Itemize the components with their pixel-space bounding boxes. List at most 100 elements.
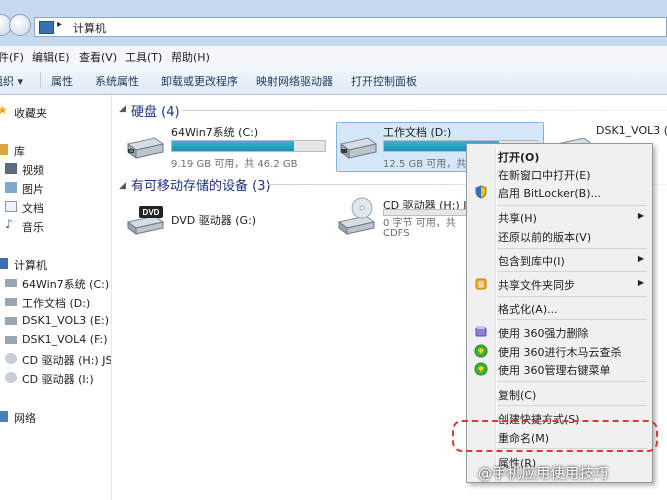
menu-360-delete-label: 使用 360强力删除 (498, 327, 589, 340)
shred-icon (475, 326, 487, 337)
menu-bitlocker[interactable]: 启用 BitLocker(B)... (469, 182, 650, 202)
menu-tools[interactable]: 工具(T) (125, 49, 162, 65)
address-area: ▸ 计算机 (0, 0, 667, 46)
nav-network[interactable]: 网络 (0, 408, 111, 426)
nav-drive-f[interactable]: DSK1_VOL4 (F:) (0, 331, 111, 349)
documents-icon (5, 201, 17, 212)
drive-icon (5, 317, 17, 325)
cd-icon (5, 353, 17, 364)
nav-drive-d-label: 工作文档 (D:) (22, 297, 91, 310)
address-bar[interactable]: ▸ 计算机 (34, 17, 667, 37)
map-drive-button[interactable]: 映射网络驱动器 (256, 73, 333, 89)
forward-button[interactable] (9, 14, 31, 36)
video-icon (5, 163, 17, 174)
drive-tile-h[interactable]: CD 驱动器 (H:) JSY 0 字节 可用，共 CDFS (336, 196, 471, 244)
menu-separator (497, 381, 647, 382)
360-shield-icon (474, 362, 488, 376)
menu-separator (497, 319, 647, 320)
menu-open-new-window[interactable]: 在新窗口中打开(E) (469, 164, 650, 184)
menu-help[interactable]: 帮助(H) (171, 49, 210, 65)
sync-icon: S (475, 278, 487, 290)
menu-360-manage[interactable]: 使用 360管理右键菜单 (469, 359, 650, 379)
menu-restore-versions-label: 还原以前的版本(V) (498, 231, 592, 244)
menu-folder-sync-label: 共享文件夹同步 (498, 279, 575, 292)
breadcrumb-computer[interactable]: 计算机 (73, 20, 106, 36)
menu-360-delete[interactable]: 使用 360强力删除 (469, 322, 650, 342)
nav-documents[interactable]: 文档 (0, 198, 111, 216)
drive-tile-g[interactable]: DVD DVD 驱动器 (G:) (125, 200, 305, 242)
uninstall-button[interactable]: 卸载或更改程序 (161, 73, 238, 89)
menu-include-library[interactable]: 包含到库中(I) ▶ (469, 250, 650, 270)
menu-360-manage-label: 使用 360管理右键菜单 (498, 364, 611, 377)
menu-folder-sync[interactable]: S 共享文件夹同步 ▶ (469, 274, 650, 294)
nav-libraries[interactable]: 库 (0, 141, 111, 159)
star-icon: ★ (0, 103, 8, 117)
menu-view[interactable]: 查看(V) (79, 49, 117, 65)
menu-copy-label: 复制(C) (498, 389, 537, 402)
drive-icon (5, 336, 17, 344)
nav-favorites-label: 收藏夹 (14, 107, 47, 120)
drive-tile-c[interactable]: 64Win7系统 (C:) 9.19 GB 可用，共 46.2 GB (125, 124, 330, 170)
menu-separator (497, 271, 647, 272)
cd-icon (5, 372, 17, 383)
drive-g-name: DVD 驱动器 (G:) (171, 214, 257, 227)
nav-music-label: 音乐 (22, 221, 44, 234)
drive-h-fs: CDFS (383, 228, 410, 239)
submenu-arrow-icon: ▶ (637, 211, 644, 220)
breadcrumb-separator[interactable]: ▸ (57, 19, 62, 30)
menu-360-scan[interactable]: 使用 360进行木马云查杀 (469, 341, 650, 361)
drive-e-name: DSK1_VOL3 (E: (596, 124, 667, 137)
nav-drive-d[interactable]: 工作文档 (D:) (0, 293, 111, 311)
group-collapse-icon[interactable]: ◢ (119, 181, 126, 191)
drive-d-info: 12.5 GB 可用，共 (383, 159, 467, 170)
hard-drive-icon (339, 137, 378, 159)
group-divider (182, 110, 667, 111)
menu-format[interactable]: 格式化(A)... (469, 298, 650, 318)
nav-pictures[interactable]: 图片 (0, 179, 111, 197)
rename-highlight (452, 420, 658, 452)
nav-drive-i[interactable]: CD 驱动器 (I:) (0, 369, 111, 387)
drive-icon (5, 298, 17, 306)
submenu-arrow-icon: ▶ (637, 254, 644, 263)
nav-drive-c[interactable]: 64Win7系统 (C:) (0, 274, 111, 292)
library-icon (0, 144, 8, 155)
nav-drive-e[interactable]: DSK1_VOL3 (E:) (0, 312, 111, 330)
nav-video-label: 视频 (22, 164, 44, 177)
drive-d-name: 工作文档 (D:) (383, 126, 452, 139)
nav-documents-label: 文档 (22, 202, 44, 215)
music-icon: ♪ (5, 217, 13, 231)
group-removable[interactable]: 有可移动存储的设备 (3) (131, 175, 271, 194)
svg-text:S: S (478, 281, 484, 290)
menu-format-label: 格式化(A)... (498, 303, 558, 316)
system-properties-button[interactable]: 系统属性 (95, 73, 139, 89)
menu-separator (497, 248, 647, 249)
menu-separator (497, 405, 647, 406)
organize-button[interactable]: 组织 ▾ (0, 73, 23, 89)
menu-file[interactable]: 件(F) (0, 49, 24, 65)
drive-c-name: 64Win7系统 (C:) (171, 126, 259, 139)
group-collapse-icon[interactable]: ◢ (119, 104, 126, 114)
nav-computer[interactable]: 计算机 (0, 255, 111, 273)
command-bar: 组织 ▾ 属性 系统属性 卸载或更改程序 映射网络驱动器 打开控制面板 (0, 66, 667, 95)
group-hard-disks[interactable]: 硬盘 (4) (131, 101, 180, 120)
control-panel-button[interactable]: 打开控制面板 (351, 73, 417, 89)
menu-share-label: 共享(H) (498, 212, 537, 225)
properties-button[interactable]: 属性 (51, 73, 73, 89)
nav-network-label: 网络 (14, 412, 36, 425)
nav-libraries-label: 库 (14, 145, 25, 158)
nav-video[interactable]: 视频 (0, 160, 111, 178)
menu-360-scan-label: 使用 360进行木马云查杀 (498, 346, 622, 359)
menu-open[interactable]: 打开(O) (469, 146, 650, 166)
nav-music[interactable]: ♪ 音乐 (0, 217, 111, 235)
drive-h-info: 0 字节 可用，共 (383, 218, 456, 229)
hard-drive-icon (126, 137, 165, 159)
nav-favorites[interactable]: ★ 收藏夹 (0, 103, 111, 121)
menu-bar: 件(F) 编辑(E) 查看(V) 工具(T) 帮助(H) (0, 46, 667, 67)
nav-drive-h[interactable]: CD 驱动器 (H:) JSYI (0, 350, 111, 368)
dvd-badge-text: DVD (143, 208, 160, 217)
menu-edit[interactable]: 编辑(E) (32, 49, 70, 65)
toolbar-divider (40, 72, 41, 88)
menu-restore-versions[interactable]: 还原以前的版本(V) (469, 226, 650, 246)
menu-copy[interactable]: 复制(C) (469, 384, 650, 404)
menu-share[interactable]: 共享(H) ▶ (469, 207, 650, 227)
